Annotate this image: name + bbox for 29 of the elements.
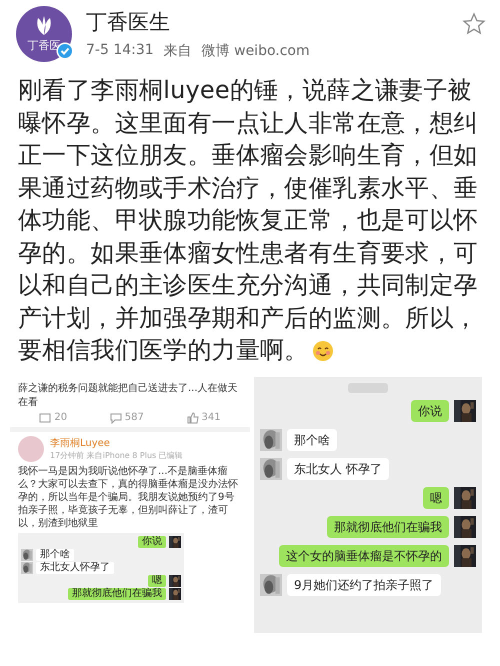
message-bubble: 那就彻底他们在骗我 <box>68 588 166 600</box>
comment-icon <box>110 412 122 424</box>
post-meta: 17分钟前 来自iPhone 8 Plus 已编辑 <box>50 450 183 461</box>
post-text: 刚看了李雨桐luyee的锤，说薛之谦妻子被曝怀孕。这里面有一点让人非常在意，想纠正一下这位朋友。垂体瘤会影响生育，但如果通过药物或手术治疗，使催乳素水平、垂体功能、甲状腺功能恢复正常，也是可以怀孕的。如果垂体瘤女性患者有生育要求，可以和自己的主诊医生充分沟通，共同制定孕产计划，并加强孕期和产后的监测。所以，要相信我们医学的力量啊。 <box>17 75 479 366</box>
stat-count[interactable]: 20 <box>39 412 68 424</box>
post-time: 7-5 14:31 <box>86 42 154 60</box>
post-text: 我怀一马是因为我听说他怀孕了...不是脑垂体瘤么？大家可以去查下，真的得脑垂体瘤是没办法怀孕的，所以当年是个骗局。我朋友说她预约了9号拍亲子照，毕竟孩子无辜，但别叫薛让了，渣可以，别渣到地狱里 <box>18 464 239 530</box>
message-bubble: 那个啥 <box>36 548 74 560</box>
message-bubble: 9月她们还约了拍亲子照了 <box>287 574 441 596</box>
message-bubble: 你说 <box>411 400 449 422</box>
stat-count[interactable]: 587 <box>110 412 144 424</box>
message-bubble: 东北女人怀孕了 <box>36 562 114 574</box>
message-bubble: 那个啥 <box>287 428 337 450</box>
message-bubble: 东北女人 怀孕了 <box>287 458 389 480</box>
message-bubble: 嗯 <box>148 574 166 586</box>
emoji-icon <box>312 340 334 362</box>
message-bubble: 这个女的脑垂体瘤是不怀孕的 <box>279 544 449 566</box>
post-source: 微博 weibo.com <box>202 42 310 60</box>
message-bubble: 你说 <box>138 536 166 548</box>
author-name[interactable]: 丁香医生 <box>86 8 462 36</box>
avatar <box>18 436 44 462</box>
author-name[interactable]: 李雨桐Luyee <box>50 436 183 450</box>
quoted-post-text: 薛之谦的税务问题就能把自己送进去了...人在做天在看 <box>18 382 239 408</box>
star-icon[interactable] <box>462 12 486 36</box>
like-icon <box>186 412 199 424</box>
message-bubble: 那就彻底他们在骗我 <box>327 516 449 538</box>
message-bubble: 嗯 <box>423 486 449 508</box>
stat-count[interactable]: 341 <box>186 412 221 424</box>
source-label: 来自 <box>164 42 192 60</box>
